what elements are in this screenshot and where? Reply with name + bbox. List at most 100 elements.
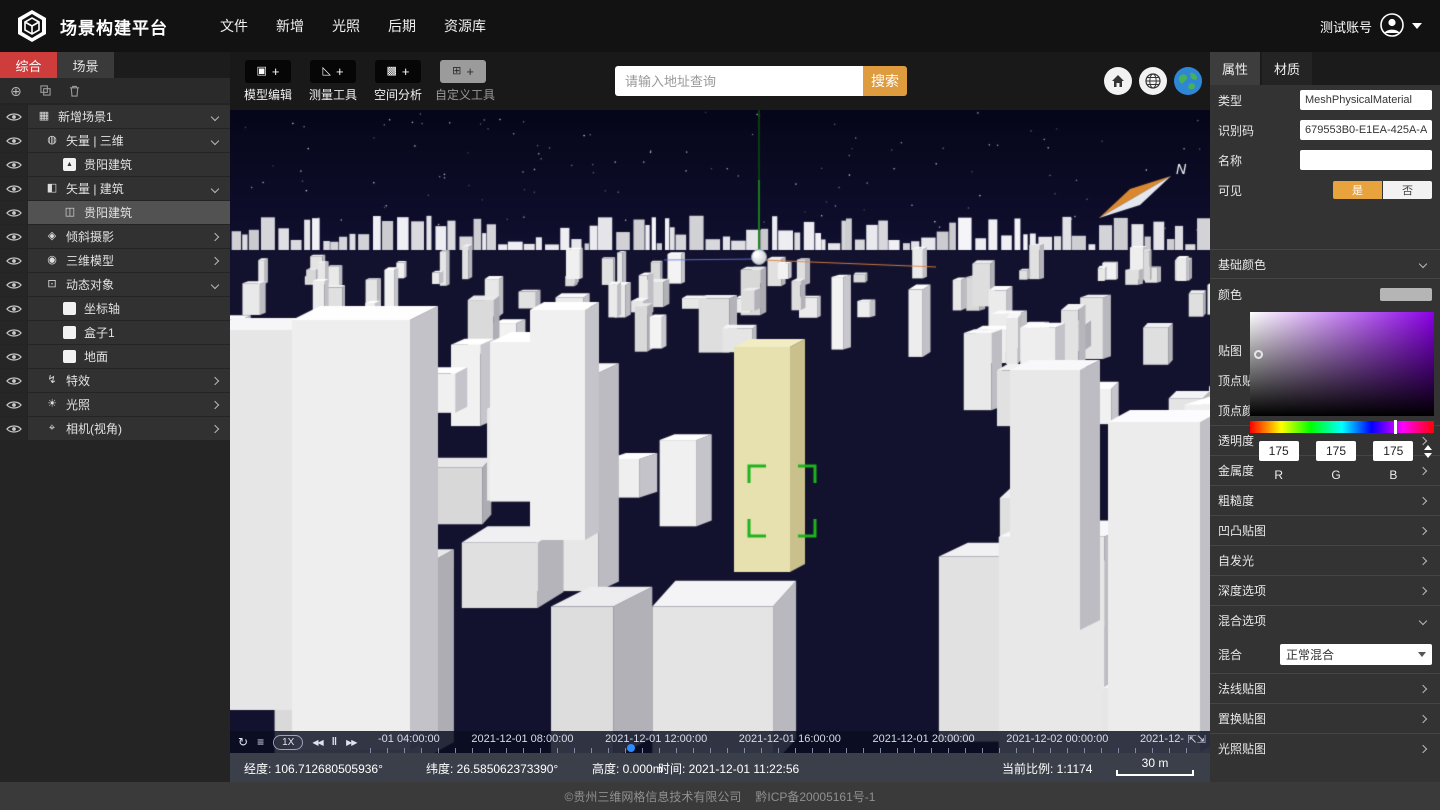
chevron-right-icon[interactable] — [211, 376, 219, 384]
tree-row-3d-model[interactable]: ◉三维模型 — [0, 249, 230, 272]
chevron-down-icon[interactable] — [211, 112, 219, 120]
visible-no-button[interactable]: 否 — [1383, 181, 1432, 199]
visibility-eye-icon[interactable] — [0, 249, 27, 272]
tree-row-vector-building[interactable]: ◧矢量 | 建筑 — [0, 177, 230, 200]
chevron-down-icon[interactable] — [1412, 23, 1422, 29]
tab-material[interactable]: 材质 — [1262, 52, 1312, 85]
chevron-right-icon[interactable] — [211, 256, 219, 264]
tree-row-ground[interactable]: 地面 — [0, 345, 230, 368]
page-footer: ©贵州三维网格信息技术有限公司 黔ICP备20005161号-1 — [0, 782, 1440, 810]
delete-icon[interactable] — [69, 85, 80, 97]
section-base-color[interactable]: 基础颜色 — [1210, 249, 1440, 279]
menu-item-lighting[interactable]: 光照 — [332, 16, 360, 36]
search-button[interactable]: 搜索 — [863, 66, 907, 96]
tree-label: 贵阳建筑 — [84, 156, 132, 173]
visibility-eye-icon[interactable] — [0, 177, 27, 200]
step-forward-icon[interactable]: ▶▶ — [346, 738, 356, 747]
home-view-button[interactable] — [1104, 67, 1132, 95]
section-blend-options[interactable]: 混合选项 — [1210, 605, 1440, 635]
earth-imagery-button[interactable] — [1174, 67, 1202, 95]
tree-row-oblique-photography[interactable]: ◈倾斜摄影 — [0, 225, 230, 248]
green-value-input[interactable] — [1316, 441, 1356, 461]
menu-item-resources[interactable]: 资源库 — [444, 16, 486, 36]
visibility-eye-icon[interactable] — [0, 105, 27, 128]
tree-row-vector-3d[interactable]: ◍矢量 | 三维 — [0, 129, 230, 152]
chevron-right-icon[interactable] — [211, 232, 219, 240]
tree-row-guiyang-imagery[interactable]: ▲贵阳建筑 — [0, 153, 230, 176]
measure-tool-button[interactable]: ◺+ — [310, 60, 356, 83]
visibility-eye-icon[interactable] — [0, 417, 27, 440]
visibility-eye-icon[interactable] — [0, 153, 27, 176]
tree-label: 矢量 | 三维 — [66, 132, 124, 149]
visible-yes-button[interactable]: 是 — [1333, 181, 1382, 199]
tree-row-guiyang-building[interactable]: ◫贵阳建筑 — [0, 201, 230, 224]
wireframe-globe-button[interactable] — [1139, 67, 1167, 95]
model-edit-tool-button[interactable]: ▣+ — [245, 60, 291, 83]
sv-cursor[interactable] — [1254, 350, 1263, 359]
visibility-eye-icon[interactable] — [0, 297, 27, 320]
tree-row-lighting[interactable]: ☀光照 — [0, 393, 230, 416]
tree-row-new-scene-1[interactable]: ▦新增场景1 — [0, 105, 230, 128]
timeline-collapse-icon[interactable]: ⇱⇲ — [1188, 733, 1206, 746]
chevron-down-icon[interactable] — [211, 184, 219, 192]
visibility-row: 可见 是 否 — [1210, 175, 1440, 205]
visibility-eye-icon[interactable] — [0, 369, 27, 392]
section-light-map[interactable]: 光照贴图 — [1210, 733, 1440, 763]
visibility-eye-icon[interactable] — [0, 345, 27, 368]
menu-item-file[interactable]: 文件 — [220, 16, 248, 36]
chevron-down-icon[interactable] — [211, 136, 219, 144]
value-stepper[interactable] — [1422, 445, 1434, 458]
chevron-down-icon[interactable] — [211, 280, 219, 288]
tree-row-box1[interactable]: 盒子1 — [0, 321, 230, 344]
add-icon[interactable]: ⊕ — [10, 84, 22, 98]
material-name-input[interactable] — [1300, 150, 1432, 170]
tree-row-coordinate-axis[interactable]: 坐标轴 — [0, 297, 230, 320]
loop-icon[interactable]: ↻ — [238, 735, 248, 749]
section-displacement-map[interactable]: 置换贴图 — [1210, 703, 1440, 733]
red-value-input[interactable] — [1259, 441, 1299, 461]
step-back-icon[interactable]: ◀◀ — [312, 738, 322, 747]
tab-properties[interactable]: 属性 — [1210, 52, 1260, 85]
blend-mode-select[interactable]: 正常混合 — [1280, 644, 1432, 665]
tree-label: 新增场景1 — [58, 108, 113, 125]
chevron-right-icon[interactable] — [211, 424, 219, 432]
timeline-list-icon[interactable]: ≡ — [257, 735, 264, 749]
chevron-right-icon[interactable] — [211, 400, 219, 408]
menu-item-postprocess[interactable]: 后期 — [388, 16, 416, 36]
hue-slider-handle[interactable] — [1394, 420, 1397, 434]
tab-scene[interactable]: 场景 — [57, 52, 114, 78]
visibility-eye-icon[interactable] — [0, 225, 27, 248]
section-emissive[interactable]: 自发光 — [1210, 545, 1440, 575]
visibility-eye-icon[interactable] — [0, 201, 27, 224]
tab-comprehensive[interactable]: 综合 — [0, 52, 57, 78]
tree-row-dynamic-objects[interactable]: ⊡动态对象 — [0, 273, 230, 296]
color-swatch[interactable] — [1380, 288, 1432, 301]
visibility-eye-icon[interactable] — [0, 273, 27, 296]
material-id-input[interactable] — [1300, 120, 1432, 140]
3d-viewport[interactable] — [230, 110, 1210, 753]
blue-value-input[interactable] — [1373, 441, 1413, 461]
visibility-eye-icon[interactable] — [0, 393, 27, 416]
custom-tool-button[interactable]: ⊞+ — [440, 60, 486, 83]
address-search-input[interactable] — [615, 66, 863, 96]
tree-row-camera-view[interactable]: ⌖相机(视角) — [0, 417, 230, 440]
color-picker: R G B — [1250, 312, 1434, 482]
visibility-eye-icon[interactable] — [0, 321, 27, 344]
visibility-eye-icon[interactable] — [0, 129, 27, 152]
hue-slider[interactable] — [1250, 421, 1434, 433]
tree-row-effects[interactable]: ↯特效 — [0, 369, 230, 392]
section-bump-map[interactable]: 凹凸贴图 — [1210, 515, 1440, 545]
avatar[interactable] — [1380, 13, 1404, 40]
section-normal-map[interactable]: 法线贴图 — [1210, 673, 1440, 703]
section-roughness[interactable]: 粗糙度 — [1210, 485, 1440, 515]
saturation-value-area[interactable] — [1250, 312, 1434, 416]
pause-icon[interactable]: ‖ — [332, 736, 337, 748]
spatial-analysis-tool-button[interactable]: ▩+ — [375, 60, 421, 83]
speed-button[interactable]: 1X — [273, 735, 303, 750]
copy-icon[interactable] — [40, 85, 51, 96]
timeline-ticks[interactable] — [370, 748, 1194, 753]
timeline-playhead[interactable] — [627, 744, 635, 752]
menu-item-new[interactable]: 新增 — [276, 16, 304, 36]
section-depth-options[interactable]: 深度选项 — [1210, 575, 1440, 605]
material-type-input[interactable] — [1300, 90, 1432, 110]
